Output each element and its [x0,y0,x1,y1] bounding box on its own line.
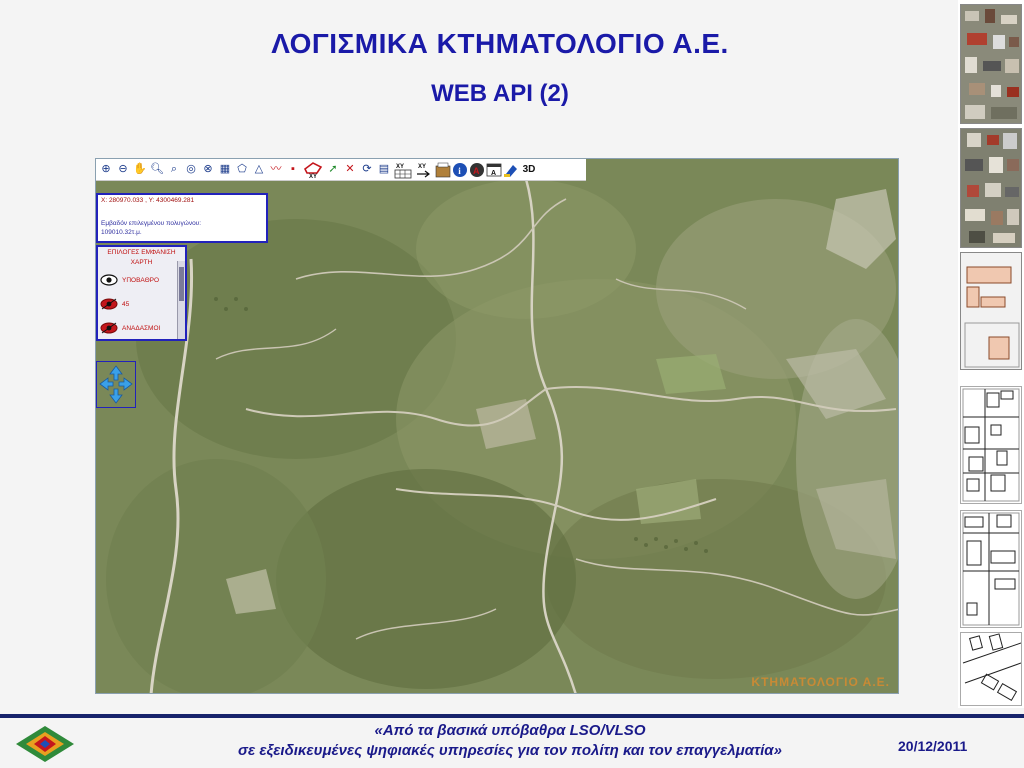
map-toolbar: ⊕ ⊖ ✋ 🔍︎ ⌕ ◎ ⊗ ▦ ⬠ △ 〰 ▪ XY ➚ ✕ ⟳ ▤ XY X… [96,159,586,181]
zoom-extent-tool[interactable]: ◎ [183,162,199,178]
footer-date: 20/12/2011 [898,738,968,754]
map-watermark: ΚΤΗΜΑΤΟΛΟΓΙΟ Α.Ε. [751,675,890,689]
annotation-tool[interactable]: A [469,162,485,178]
eye-hidden-icon[interactable] [100,298,118,310]
company-logo-icon [12,718,78,768]
info-tool[interactable]: i [452,162,468,178]
xy-goto-tool[interactable]: XY [414,162,434,178]
full-extent-tool[interactable]: ⊗ [200,162,216,178]
building-plan-colored [960,252,1022,370]
area-value: 109010.32τ.μ. [101,229,142,236]
layer-item-label: ΑΝΑΔΑΣΜΟΙ [122,324,161,332]
svg-text:A: A [491,170,496,177]
report-tool[interactable]: ▤ [376,162,392,178]
text-label-tool[interactable]: A [486,162,502,178]
layer-panel-title-line1: ΕΠΙΛΟΓΕΣ ΕΜΦΑΝΙΣΗ [107,249,176,256]
layer-item-ypovathro[interactable]: ΥΠΟΒΑΘΡΟ [98,268,185,292]
xy-table-tool[interactable]: XY [393,162,413,178]
footer-divider [0,714,1024,718]
layer-options-panel: ΕΠΙΛΟΓΕΣ ΕΜΦΑΝΙΣΗ ΧΑΡΤΗ ΥΠΟΒΑΘΡΟ 45 ΑΝΑΔ… [96,245,187,341]
highlight-tool[interactable] [503,162,519,178]
measure-area-tool[interactable]: ⬠ [234,162,250,178]
layer-panel-title-line2: ΧΑΡΤΗ [130,259,153,266]
layers-tool[interactable]: ▦ [217,162,233,178]
slide-subtitle: WEB API (2) [431,80,569,107]
zoom-box-out-tool[interactable]: ⌕ [166,162,182,178]
aerial-photo-2 [960,128,1022,248]
pan-control[interactable] [96,361,136,408]
slide-title: ΛΟΓΙΣΜΙΚΑ ΚΤΗΜΑΤΟΛΟΓΙΟ Α.Ε. [271,28,729,59]
cadastral-plan-2 [960,510,1022,628]
coordinate-readout: X: 280970.033 , Y: 4300469.281 [101,197,195,204]
xy-polygon-tool[interactable]: XY [302,161,324,179]
pan-arrows-icon[interactable] [97,362,135,407]
eye-visible-icon[interactable] [100,274,118,286]
clear-tool[interactable]: ✕ [342,162,358,178]
select-tool[interactable]: ➚ [325,162,341,178]
coordinate-info-panel: X: 280970.033 , Y: 4300469.281 Εμβαδόν ε… [96,193,268,243]
area-label: Εμβαδόν επιλεγμένου πολυγώνου: [101,220,202,227]
aerial-photo-1 [960,4,1022,124]
footer-text-line2: σε εξειδικευμένες ψηφιακές υπηρεσίες για… [238,742,782,759]
zoom-box-in-tool[interactable]: 🔍︎ [149,162,165,178]
svg-text:XY: XY [418,164,426,170]
decorative-strip [958,0,1024,708]
draw-point-tool[interactable]: ▪ [285,162,301,178]
xy-table-label: XY [396,164,404,170]
map-viewer[interactable]: ⊕ ⊖ ✋ 🔍︎ ⌕ ◎ ⊗ ▦ ⬠ △ 〰 ▪ XY ➚ ✕ ⟳ ▤ XY X… [95,158,899,694]
zoom-out-tool[interactable]: ⊖ [115,162,131,178]
scrollbar-thumb[interactable] [179,267,184,301]
layer-item-label: ΥΠΟΒΑΘΡΟ [122,276,160,284]
draw-polygon-tool[interactable]: △ [251,162,267,178]
zoom-in-tool[interactable]: ⊕ [98,162,114,178]
svg-text:A: A [473,166,480,176]
draw-line-tool[interactable]: 〰 [268,162,284,178]
layer-item-label: 45 [122,300,130,308]
layer-panel-title: ΕΠΙΛΟΓΕΣ ΕΜΦΑΝΙΣΗ ΧΑΡΤΗ [98,247,185,268]
layer-item-anadasmoi[interactable]: ΑΝΑΔΑΣΜΟΙ [98,316,185,340]
view-3d-tool[interactable]: 3D [520,162,538,178]
cadastral-plan-1 [960,386,1022,504]
footer-text-line1: «Από τα βασικά υπόβαθρα LSO/VLSO [374,722,646,739]
eye-hidden-icon[interactable] [100,322,118,334]
pan-tool[interactable]: ✋ [132,162,148,178]
layer-panel-scrollbar[interactable] [177,261,185,339]
cadastral-plan-3 [960,632,1022,706]
kaek-tool[interactable] [435,162,451,178]
refresh-tool[interactable]: ⟳ [359,162,375,178]
layer-item-45[interactable]: 45 [98,292,185,316]
xy-polygon-label: XY [309,174,317,179]
